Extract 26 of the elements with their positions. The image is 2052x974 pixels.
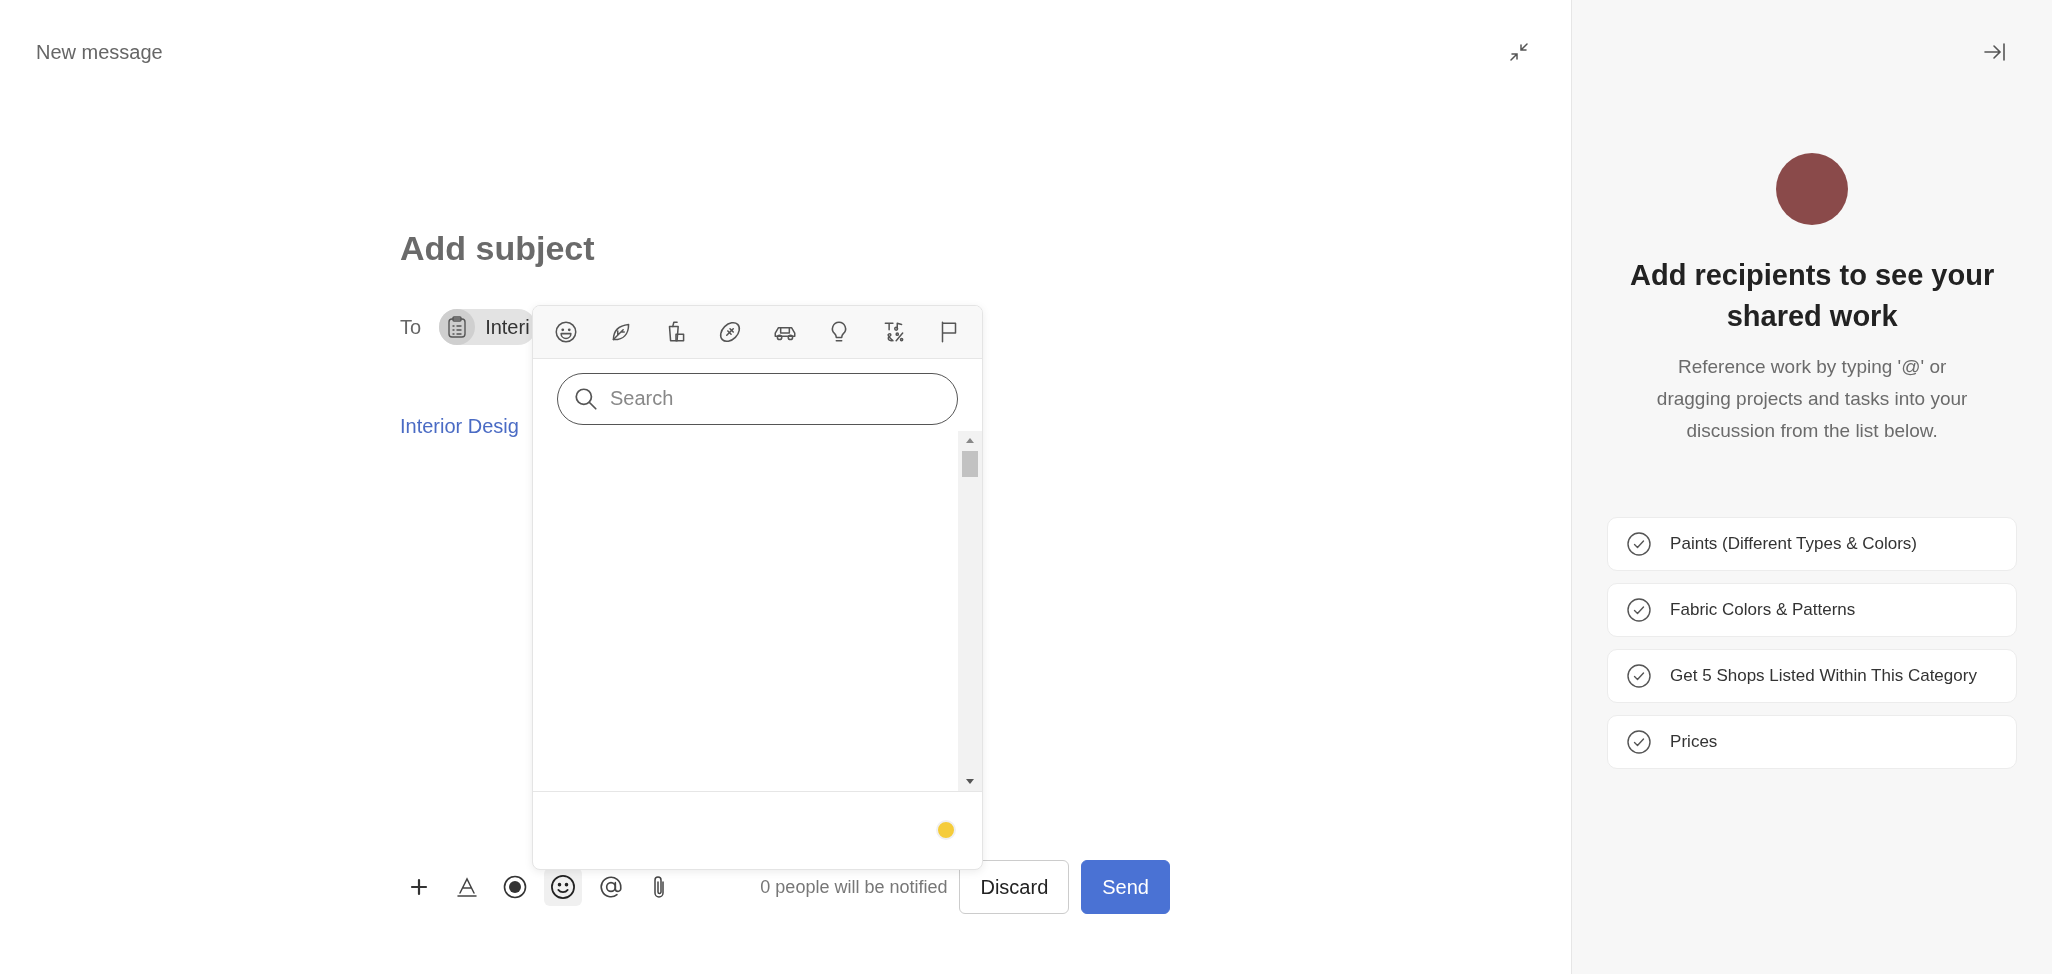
panel-heading: Add recipients to see your shared work xyxy=(1629,258,1996,334)
window-title: New message xyxy=(36,40,163,64)
check-circle-icon xyxy=(1626,663,1653,689)
search-icon xyxy=(573,385,599,412)
panel-description: Reference work by typing '@' or dragging projects and tasks into your discussion from the list below. xyxy=(1655,355,1969,443)
task-item[interactable]: Paints (Different Types & Colors) xyxy=(1607,517,2018,571)
plus-icon xyxy=(409,877,429,897)
emoji-search-field[interactable]: Search xyxy=(557,372,958,425)
notification-notice: 0 people will be notified xyxy=(760,876,948,898)
at-sign-icon xyxy=(598,874,624,900)
send-button[interactable]: Send xyxy=(1081,860,1170,914)
discard-button[interactable]: Discard xyxy=(959,860,1070,914)
task-item[interactable]: Get 5 Shops Listed Within This Category xyxy=(1607,649,2018,703)
project-link[interactable]: Interior Desig xyxy=(400,415,519,438)
check-circle-icon xyxy=(1626,729,1653,755)
collapse-panel-icon xyxy=(1982,40,2008,64)
check-circle-icon xyxy=(1626,531,1653,557)
task-item[interactable]: Prices xyxy=(1607,715,2018,769)
clipboard-icon xyxy=(446,315,469,339)
text-format-icon xyxy=(455,875,479,899)
task-item[interactable]: Fabric Colors & Patterns xyxy=(1607,583,2018,637)
to-label: To xyxy=(400,315,422,339)
check-circle-icon xyxy=(1626,597,1653,623)
record-icon xyxy=(502,874,528,900)
emoji-icon xyxy=(549,873,577,901)
emoji-button[interactable] xyxy=(544,868,582,906)
